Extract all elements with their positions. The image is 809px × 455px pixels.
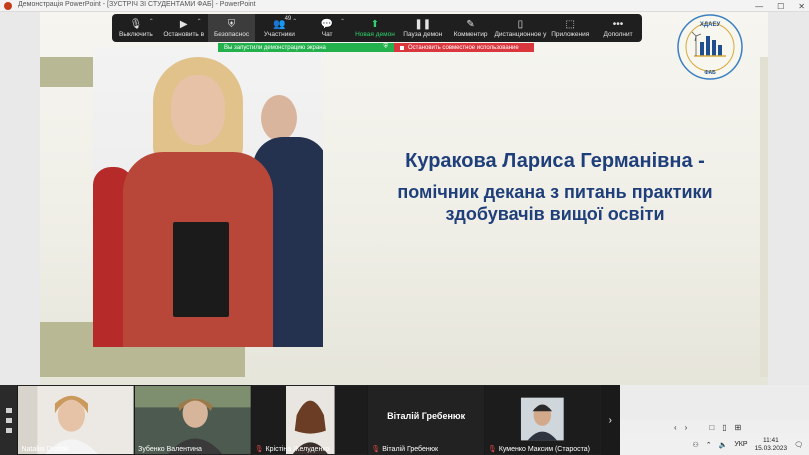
toolbar-button-share-screen[interactable]: ⬆ Новая демон xyxy=(351,14,399,42)
security-shield-icon: ⛨ xyxy=(383,44,388,50)
annotate-pen-icon: ✎ xyxy=(466,18,475,30)
participant-video xyxy=(135,385,251,455)
participant-name: Віталій Гребенюк xyxy=(382,445,439,453)
toolbar-button-chat[interactable]: 💬 Чат ⌃ xyxy=(303,14,351,42)
svg-text:ФАБ: ФАБ xyxy=(704,70,716,76)
microphone-icon: 🎙 xyxy=(129,18,143,30)
screen-share-bar: Вы запустили демонстрацию экрана ⛨ Остан… xyxy=(218,43,534,52)
next-slide-button[interactable]: › xyxy=(685,423,688,432)
notification-icon[interactable]: 🗨 xyxy=(794,441,803,449)
minimize-button[interactable]: — xyxy=(755,2,763,11)
presentation-slide: Куракова Лариса Германівна - помічник де… xyxy=(40,12,768,385)
toolbar-button-label: Остановить в xyxy=(163,30,205,38)
toolbar-button-label: Комментир xyxy=(453,30,488,38)
pause-icon: ❚❚ xyxy=(414,18,432,30)
toolbar-button-annotate-pen[interactable]: ✎ Комментир xyxy=(447,14,495,42)
close-button[interactable]: ✕ xyxy=(798,2,805,11)
toolbar-button-label: Выключить xyxy=(118,30,153,38)
volume-icon[interactable]: 🔈 xyxy=(719,441,728,449)
participant-name: Зубенко Валентина xyxy=(138,446,202,453)
participant-tile[interactable]: Зубенко Валентина xyxy=(135,385,251,455)
maximize-button[interactable]: ☐ xyxy=(777,2,784,11)
participant-name: Nataliia Dudiak xyxy=(21,446,69,453)
window-controls: — ☐ ✕ xyxy=(755,0,805,12)
chevron-up-icon[interactable]: ⌃ xyxy=(197,18,202,25)
chevron-up-icon[interactable]: ⌃ xyxy=(149,18,154,25)
participant-tile[interactable]: 🎙 Крістіна Желуденко xyxy=(251,385,368,455)
share-screen-icon: ⬆ xyxy=(370,18,380,30)
more-icon: ••• xyxy=(612,18,624,30)
toolbar-button-shield[interactable]: ⛨ Безопаснос xyxy=(207,14,256,42)
stop-share-button[interactable]: Остановить совместное использование xyxy=(394,43,534,52)
normal-view-icon[interactable]: □ xyxy=(709,423,714,432)
remote-control-icon: ▯ xyxy=(517,18,524,30)
person-name: Куракова Лариса Германівна - xyxy=(405,150,705,172)
gallery-view-controls[interactable] xyxy=(0,385,18,455)
chevron-up-icon[interactable]: ⌃ xyxy=(340,18,345,25)
toolbar-button-label: Новая демон xyxy=(355,30,395,38)
participant-name: Куменко Максим (Староста) xyxy=(498,445,591,453)
toolbar-button-remote-control[interactable]: ▯ Дистанционное у xyxy=(495,14,547,42)
participant-name-placeholder: Віталій Гребенюк xyxy=(387,411,466,421)
participant-count: 49 xyxy=(284,16,292,22)
participant-tile[interactable]: Віталій Гребенюк 🎙 Віталій Гребенюк xyxy=(368,385,484,455)
keyboard-language[interactable]: УКР xyxy=(734,441,747,448)
participant-gallery: Nataliia Dudiak Зубенко Валентина 🎙 Кріст… xyxy=(0,385,620,455)
muted-mic-icon: 🎙 xyxy=(254,446,264,453)
toolbar-button-more[interactable]: ••• Дополнит xyxy=(594,14,642,42)
toolbar-button-label: Участники xyxy=(263,30,295,38)
participant-name: Крістіна Желуденко xyxy=(265,445,330,453)
reading-view-icon[interactable]: ▯ xyxy=(722,423,726,432)
muted-mic-icon: 🎙 xyxy=(371,446,381,453)
muted-mic-icon: 🎙 xyxy=(487,446,497,453)
slide-sorter-icon[interactable]: ⊞ xyxy=(735,423,742,432)
participant-video xyxy=(18,385,135,455)
participant-tile[interactable]: 🎙 Куменко Максим (Староста) xyxy=(484,385,601,455)
participant-tile[interactable]: Nataliia Dudiak xyxy=(18,385,135,455)
share-status-text: Вы запустили демонстрацию экрана xyxy=(224,44,326,51)
toolbar-button-pause[interactable]: ❚❚ Пауза демон xyxy=(399,14,447,42)
powerpoint-app-icon xyxy=(4,2,12,10)
portrait-photo xyxy=(93,47,323,347)
shield-icon: ⛨ xyxy=(227,18,236,30)
share-status: Вы запустили демонстрацию экрана ⛨ xyxy=(218,43,394,52)
apps-icon: ⬚ xyxy=(565,18,575,30)
previous-slide-button[interactable]: ‹ xyxy=(674,423,677,432)
powerpoint-status-bar: ‹ › □ ▯ ⊞ xyxy=(620,420,809,434)
system-tray: ⚇ ⌃ 🔈 УКР 11:41 15.03.2023 🗨 xyxy=(620,434,809,455)
toolbar-button-microphone[interactable]: 🎙 Выключить ⌃ xyxy=(112,14,160,42)
person-role: помічник декана з питань практики здобув… xyxy=(397,182,713,224)
video-camera-icon: ▶ xyxy=(179,18,188,30)
slide-heading: Куракова Лариса Германівна - помічник де… xyxy=(345,149,765,225)
toolbar-button-label: Приложения xyxy=(551,30,590,38)
chat-icon: 💬 xyxy=(320,18,334,30)
system-clock[interactable]: 11:41 15.03.2023 xyxy=(755,437,788,453)
university-logo: ХДАЕУ ФАБ xyxy=(670,12,750,82)
toolbar-button-label: Пауза демон xyxy=(403,30,443,38)
svg-text:ХДАЕУ: ХДАЕУ xyxy=(700,22,721,28)
toolbar-button-video-camera[interactable]: ▶ Остановить в ⌃ xyxy=(160,14,208,42)
zoom-meeting-toolbar: 🎙 Выключить ⌃ ▶ Остановить в ⌃ ⛨ Безопаснос 👥 Уча… xyxy=(112,14,642,42)
window-titlebar: Демонстрація PowerPoint - [ЗУСТРІЧ ЗІ СТ… xyxy=(0,0,809,12)
window-title: Демонстрація PowerPoint - [ЗУСТРІЧ ЗІ СТ… xyxy=(18,1,256,8)
chevron-up-icon[interactable]: ⌃ xyxy=(292,18,297,25)
people-icon[interactable]: ⚇ xyxy=(692,441,698,449)
toolbar-button-participants[interactable]: 👥 Участники 49 ⌃ xyxy=(255,14,303,42)
stop-icon xyxy=(400,45,404,50)
gallery-next-page-button[interactable]: › xyxy=(600,385,620,455)
slide-area: Куракова Лариса Германівна - помічник де… xyxy=(0,12,809,385)
toolbar-button-label: Чат xyxy=(321,30,333,38)
toolbar-button-label: Дополнит xyxy=(603,30,633,38)
chevron-up-icon[interactable]: ⌃ xyxy=(706,441,712,449)
toolbar-button-label: Дистанционное у xyxy=(494,30,547,38)
toolbar-button-label: Безопаснос xyxy=(213,30,250,38)
toolbar-button-apps[interactable]: ⬚ Приложения xyxy=(546,14,594,42)
